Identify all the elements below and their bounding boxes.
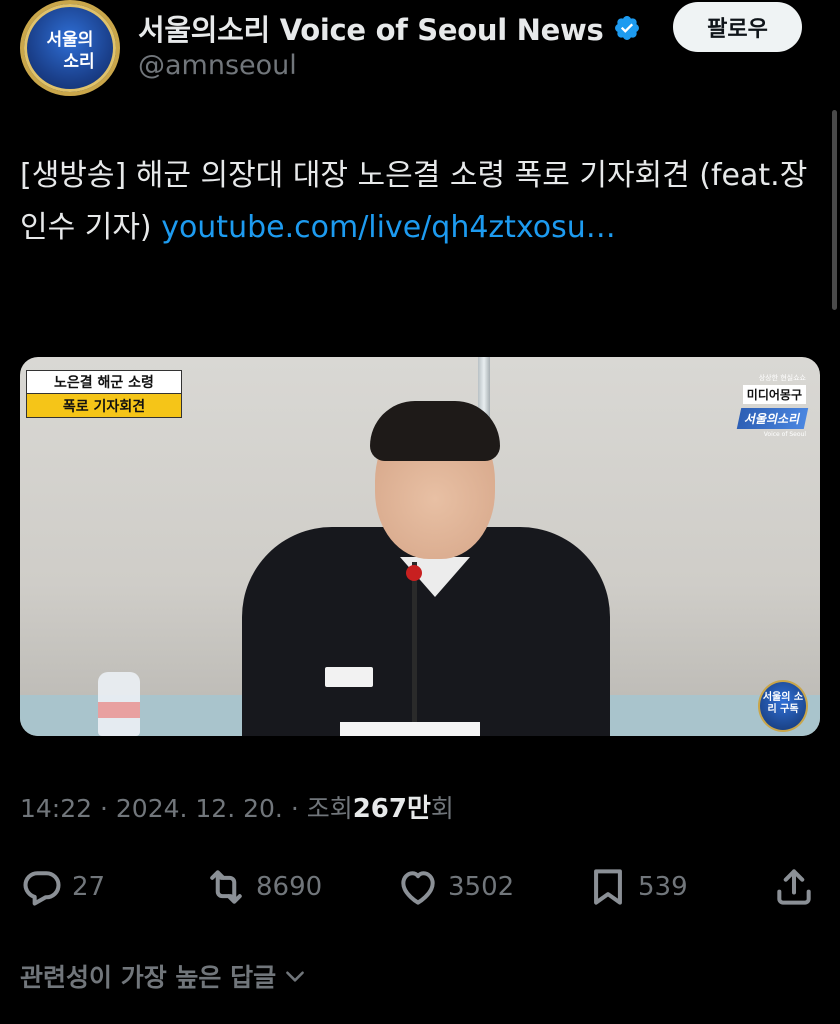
author-handle[interactable]: @amnseoul <box>138 50 297 81</box>
tweet-actions: 27 8690 3502 539 <box>20 862 820 912</box>
replies-sort-dropdown[interactable]: 관련성이 가장 높은 답글 <box>20 958 308 994</box>
video-caption-line1: 노은결 해군 소령 <box>26 370 182 394</box>
tweet-link[interactable]: youtube.com/live/qh4ztxosu… <box>161 210 616 245</box>
video-caption: 노은결 해군 소령 폭로 기자회견 <box>26 370 182 418</box>
watermark-english: Voice of Seoul <box>763 431 806 438</box>
watermark-small-text: 상상한 현실쇼쇼 <box>758 374 806 382</box>
reply-button[interactable]: 27 <box>20 862 105 912</box>
avatar-text-line1: 서울의 <box>46 30 94 50</box>
bookmark-icon <box>594 869 622 905</box>
avatar-text-line2: 소리 <box>63 52 95 72</box>
tweet-text: [생방송] 해군 의장대 대장 노은결 소령 폭로 기자회견 (feat.장인수… <box>20 150 820 254</box>
channel-subscribe-badge: 서울의 소리 구독 <box>758 680 808 732</box>
water-bottle-label <box>98 702 140 718</box>
chevron-down-icon <box>286 971 305 982</box>
author-name-row: 서울의소리 Voice of Seoul News <box>138 8 641 48</box>
bookmark-button[interactable]: 539 <box>586 862 688 912</box>
scrollbar[interactable] <box>832 110 837 310</box>
tweet-header: 서울의 소리 서울의소리 Voice of Seoul News @amnseo… <box>0 0 840 110</box>
replies-sort-label: 관련성이 가장 높은 답글 <box>20 963 277 992</box>
microphone-stand <box>412 562 417 736</box>
share-button[interactable] <box>772 862 824 912</box>
speaker-nametag <box>325 667 373 687</box>
retweet-button[interactable]: 8690 <box>204 862 322 912</box>
watermark-voice-of-seoul: 서울의소리 <box>736 408 809 429</box>
author-avatar[interactable]: 서울의 소리 <box>20 0 120 96</box>
follow-button[interactable]: 팔로우 <box>673 2 802 52</box>
tweet-meta: 14:22 · 2024. 12. 20. · 조회 267만 회 <box>20 788 454 825</box>
share-icon <box>777 869 811 905</box>
desk-paper <box>340 722 480 736</box>
tweet-timestamp[interactable]: 14:22 · 2024. 12. 20. · 조회 <box>20 789 353 825</box>
watermark-media-mongu: 미디어몽구 <box>742 385 806 404</box>
video-watermark: 상상한 현실쇼쇼 미디어몽구 서울의소리 Voice of Seoul <box>706 373 809 438</box>
retweet-icon <box>210 870 242 904</box>
reply-count: 27 <box>72 872 106 902</box>
bookmark-count: 539 <box>638 872 688 902</box>
speaker-hair <box>370 401 500 461</box>
tweet-media-video[interactable]: 노은결 해군 소령 폭로 기자회견 상상한 현실쇼쇼 미디어몽구 서울의소리 V… <box>20 357 820 736</box>
retweet-count: 8690 <box>256 872 323 902</box>
microphone-head <box>406 565 422 581</box>
reply-icon <box>23 871 61 906</box>
video-caption-line2: 폭로 기자회견 <box>26 394 182 418</box>
like-button[interactable]: 3502 <box>396 862 514 912</box>
heart-icon <box>401 871 435 905</box>
view-count: 267만 <box>352 794 431 824</box>
view-count-suffix: 회 <box>430 794 454 823</box>
author-display-name[interactable]: 서울의소리 Voice of Seoul News <box>138 7 604 49</box>
like-count: 3502 <box>448 872 515 902</box>
verified-badge-icon <box>615 16 640 40</box>
